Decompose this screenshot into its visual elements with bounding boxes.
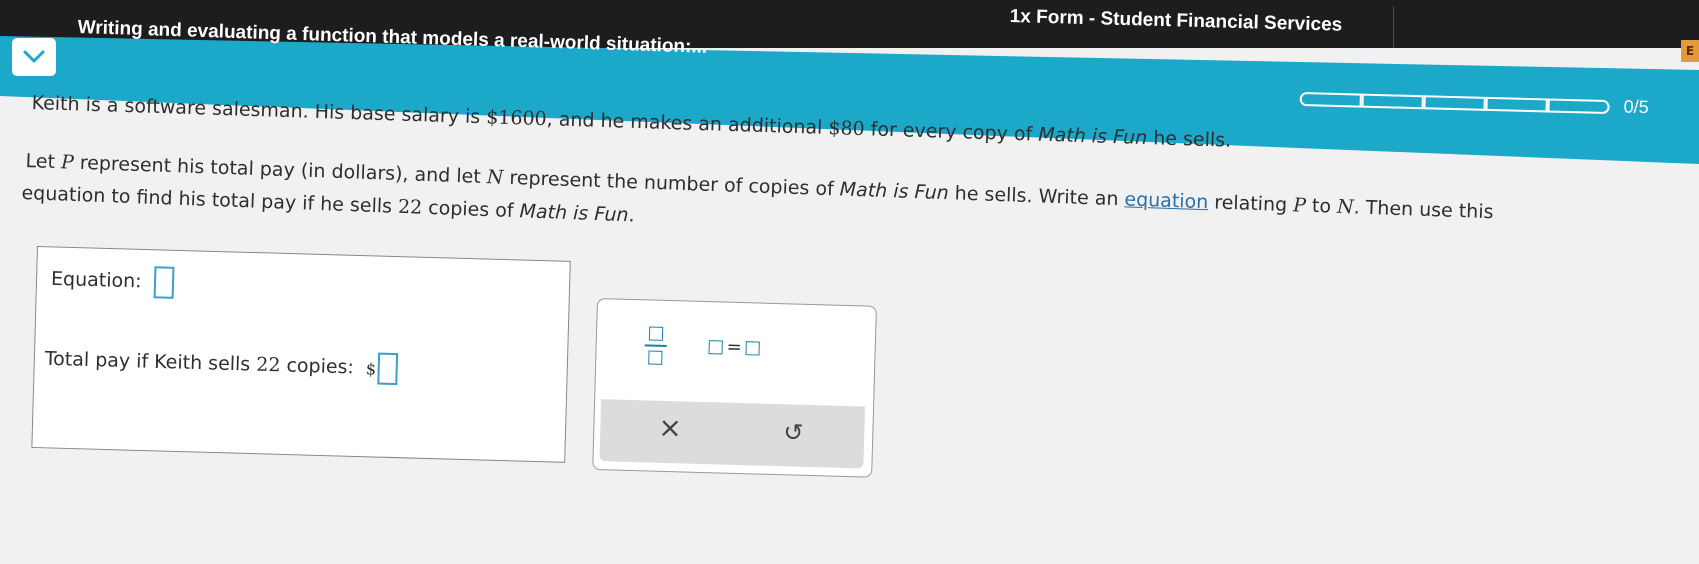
equation-link[interactable]: equation bbox=[1124, 188, 1209, 213]
progress-segment bbox=[1361, 93, 1424, 109]
extension-icon[interactable]: E bbox=[1681, 40, 1699, 62]
chevron-down-icon bbox=[23, 50, 45, 63]
fraction-bar-icon bbox=[644, 344, 667, 347]
equals-sign: = bbox=[726, 336, 743, 359]
clear-button[interactable]: × bbox=[658, 411, 682, 445]
fraction-button[interactable] bbox=[640, 322, 671, 369]
right-box-icon bbox=[745, 340, 760, 356]
per-copy-bonus: $80 bbox=[828, 117, 866, 141]
left-box-icon bbox=[708, 339, 723, 355]
progress-segment bbox=[1299, 91, 1362, 108]
total-pay-input[interactable] bbox=[377, 352, 399, 386]
total-pay-label: Total pay if Keith sells 22 copies: bbox=[44, 347, 355, 379]
total-pay-row: Total pay if Keith sells 22 copies: $ bbox=[44, 343, 399, 386]
fraction-numerator-icon bbox=[648, 326, 664, 341]
equation-row: Equation: bbox=[50, 263, 175, 299]
math-tool-palette: = × ↺ bbox=[592, 298, 877, 478]
browser-tab-title[interactable]: 1x Form - Student Financial Services bbox=[1009, 6, 1342, 37]
progress-segment bbox=[1547, 97, 1610, 114]
equation-input[interactable] bbox=[153, 266, 175, 299]
answer-box: Equation: Total pay if Keith sells 22 co… bbox=[31, 246, 571, 463]
currency-symbol: $ bbox=[365, 358, 377, 379]
progress-segment bbox=[1485, 96, 1548, 112]
equation-template-button[interactable]: = bbox=[708, 336, 760, 358]
progress-label: 0/5 bbox=[1623, 96, 1649, 118]
base-salary: $1600 bbox=[485, 106, 548, 131]
equation-label: Equation: bbox=[50, 267, 142, 293]
progress-segment bbox=[1423, 94, 1486, 111]
problem-line-2: Let P represent his total pay (in dollar… bbox=[25, 150, 1494, 224]
undo-button[interactable]: ↺ bbox=[783, 418, 804, 447]
palette-footer: × ↺ bbox=[599, 399, 866, 469]
tab-divider bbox=[1393, 6, 1394, 48]
fraction-denominator-icon bbox=[648, 350, 663, 365]
collapse-button[interactable] bbox=[12, 38, 56, 76]
